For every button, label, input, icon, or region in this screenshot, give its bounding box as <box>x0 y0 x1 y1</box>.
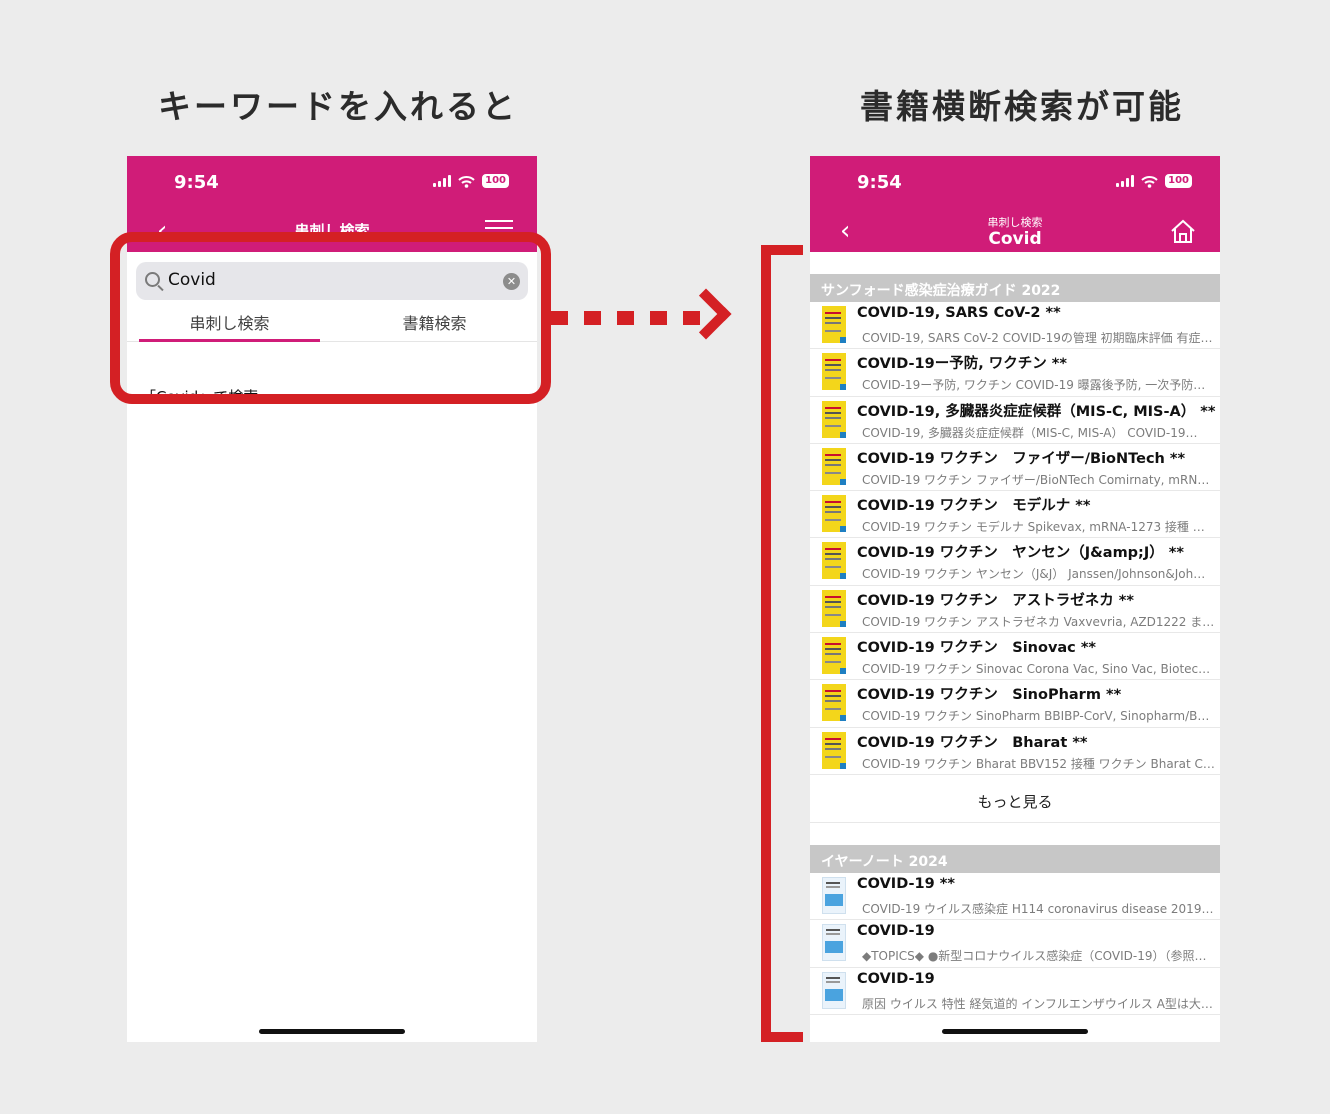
book-cover-thumbnail <box>822 731 846 769</box>
result-title: COVID-19 ワクチン アストラゼネカ ** <box>857 592 1134 609</box>
show-more-button[interactable]: もっと見る <box>810 775 1220 823</box>
home-icon[interactable] <box>1170 218 1196 244</box>
status-time: 9:54 <box>174 172 219 193</box>
result-snippet: COVID-19 ワクチン Bharat BBV152 接種 ワクチン Bhar… <box>862 756 1216 771</box>
book-cover-thumbnail <box>822 637 846 675</box>
right-phone-screen: 9:54 100 ‹ 串刺し検索 Covid サンフォード感染症治療ガイド 20… <box>810 156 1220 1042</box>
nav-title: Covid <box>988 229 1042 249</box>
section-header: サンフォード感染症治療ガイド 2022 <box>810 274 1220 302</box>
status-icons: 100 <box>1116 174 1192 188</box>
book-cover-thumbnail <box>822 400 846 438</box>
result-row[interactable]: COVID-19 ワクチン ファイザー/BioNTech ** COVID-19 … <box>810 444 1220 492</box>
signal-icon <box>1116 175 1135 187</box>
right-heading: 書籍横断検索が可能 <box>860 87 1184 126</box>
result-row[interactable]: COVID-19 ワクチン SinoPharm ** COVID-19 ワクチン … <box>810 680 1220 728</box>
book-cover-thumbnail <box>822 353 846 391</box>
results-list: サンフォード感染症治療ガイド 2022 COVID-19, SARS CoV-2 … <box>810 252 1220 1015</box>
results-bracket <box>761 245 803 1042</box>
result-snippet: ◆TOPICS◆ ●新型コロナウイルス感染症（COVID-19）（参照… <box>862 949 1207 964</box>
status-icons: 100 <box>433 174 509 188</box>
result-row[interactable]: COVID-19 ワクチン ヤンセン（J&amp;J） ** COVID-19 ワ… <box>810 538 1220 586</box>
wifi-icon <box>1141 175 1158 188</box>
result-snippet: COVID-19 ワクチン Sinovac Corona Vac, Sino V… <box>862 662 1216 677</box>
book-cover-thumbnail <box>822 495 846 533</box>
status-bar: 9:54 100 <box>810 156 1220 212</box>
result-row[interactable]: COVID-19ー予防, ワクチン ** COVID-19ー予防, ワクチン CO… <box>810 349 1220 397</box>
home-indicator <box>942 1029 1088 1034</box>
result-title: COVID-19ー予防, ワクチン ** <box>857 356 1067 373</box>
result-title: COVID-19 <box>857 923 935 940</box>
result-snippet: COVID-19, SARS CoV-2 COVID-19の管理 初期臨床評価 … <box>862 331 1213 345</box>
arrow-dash <box>584 311 601 325</box>
result-snippet: COVID-19 ワクチン SinoPharm BBIBP-CorV, Sino… <box>862 709 1216 724</box>
result-row[interactable]: COVID-19, SARS CoV-2 ** COVID-19, SARS Co… <box>810 302 1220 350</box>
result-row[interactable]: COVID-19 原因 ウイルス 特性 経気道的 インフルエンザウイルス A型は大… <box>810 968 1220 1015</box>
home-indicator <box>259 1029 405 1034</box>
result-snippet: COVID-19 ウイルス感染症 H114 coronavirus diseas… <box>862 901 1214 916</box>
book-cover-thumbnail <box>822 876 846 914</box>
result-title: COVID-19 <box>857 970 935 987</box>
result-title: COVID-19 ワクチン Sinovac ** <box>857 640 1096 657</box>
wifi-icon <box>458 175 475 188</box>
book-cover-thumbnail <box>822 447 846 485</box>
result-row[interactable]: COVID-19 ワクチン アストラゼネカ ** COVID-19 ワクチン アス… <box>810 586 1220 634</box>
result-row[interactable]: COVID-19 ◆TOPICS◆ ●新型コロナウイルス感染症（COVID-19）… <box>810 920 1220 968</box>
book-cover-thumbnail <box>822 924 846 962</box>
result-snippet: COVID-19ー予防, ワクチン COVID-19 曝露後予防, 一次予防… <box>862 378 1206 393</box>
left-heading: キーワードを入れると <box>158 87 518 126</box>
signal-icon <box>433 175 452 187</box>
result-row[interactable]: COVID-19 ワクチン モデルナ ** COVID-19 ワクチン モデルナ … <box>810 491 1220 539</box>
book-cover-thumbnail <box>822 684 846 722</box>
book-cover-thumbnail <box>822 542 846 580</box>
result-snippet: COVID-19, 多臓器炎症症候群（MIS-C, MIS-A） COVID-1… <box>862 425 1198 440</box>
arrow-dash <box>551 311 568 325</box>
result-snippet: COVID-19 ワクチン ファイザー/BioNTech Comirnaty, … <box>862 472 1216 487</box>
nav-subtitle: 串刺し検索 <box>987 216 1043 229</box>
section-header: イヤーノート 2024 <box>810 844 1220 873</box>
arrow-head <box>680 288 732 340</box>
battery-icon: 100 <box>1165 174 1192 188</box>
result-snippet: COVID-19 ワクチン アストラゼネカ Vaxvevria, AZD1222… <box>862 614 1216 629</box>
book-cover-thumbnail <box>822 589 846 627</box>
highlight-frame <box>110 232 551 404</box>
result-title: COVID-19, 多臓器炎症症候群（MIS-C, MIS-A） ** <box>857 403 1216 420</box>
result-row[interactable]: COVID-19 ワクチン Sinovac ** COVID-19 ワクチン Si… <box>810 633 1220 681</box>
arrow-dash <box>650 311 667 325</box>
result-row[interactable]: COVID-19 ** COVID-19 ウイルス感染症 H114 coronav… <box>810 873 1220 921</box>
result-snippet: 原因 ウイルス 特性 経気道的 インフルエンザウイルス A型は大… <box>862 996 1213 1011</box>
nav-bar: ‹ 串刺し検索 Covid <box>810 212 1220 252</box>
result-row[interactable]: COVID-19, 多臓器炎症症候群（MIS-C, MIS-A） ** COVID… <box>810 397 1220 444</box>
result-title: COVID-19 ワクチン ヤンセン（J&amp;J） ** <box>857 545 1184 562</box>
book-cover-thumbnail <box>822 306 846 343</box>
result-title: COVID-19, SARS CoV-2 ** <box>857 305 1061 321</box>
arrow-dash <box>617 311 634 325</box>
result-title: COVID-19 ワクチン ファイザー/BioNTech ** <box>857 450 1186 467</box>
status-time: 9:54 <box>857 172 902 193</box>
battery-icon: 100 <box>482 174 509 188</box>
book-cover-thumbnail <box>822 971 846 1009</box>
result-title: COVID-19 ** <box>857 875 955 892</box>
result-title: COVID-19 ワクチン SinoPharm ** <box>857 687 1122 704</box>
result-title: COVID-19 ワクチン モデルナ ** <box>857 498 1091 515</box>
result-title: COVID-19 ワクチン Bharat ** <box>857 734 1088 751</box>
result-row[interactable]: COVID-19 ワクチン Bharat ** COVID-19 ワクチン Bha… <box>810 728 1220 775</box>
result-snippet: COVID-19 ワクチン ヤンセン（J&J） Janssen/Johnson&… <box>862 567 1206 582</box>
status-bar: 9:54 100 <box>127 156 537 212</box>
result-snippet: COVID-19 ワクチン モデルナ Spikevax, mRNA-1273 接… <box>862 520 1216 535</box>
